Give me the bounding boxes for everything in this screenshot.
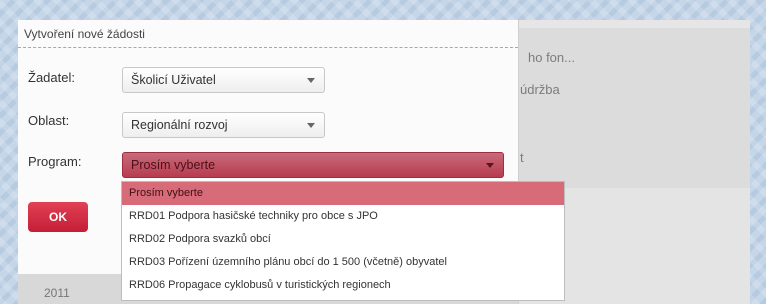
dialog-title: Vytvoření nové žádosti — [18, 20, 518, 48]
zadatel-label: Žadatel: — [28, 70, 75, 85]
program-dropdown-list[interactable]: Prosím vyberte RRD01 Podpora hasičské te… — [121, 181, 565, 301]
zadatel-select-value: Školicí Uživatel — [131, 73, 216, 87]
zadatel-select[interactable]: Školicí Uživatel — [122, 67, 325, 93]
ok-button[interactable]: OK — [28, 202, 88, 232]
program-select[interactable]: Prosím vyberte — [122, 152, 504, 178]
dropdown-option[interactable]: RRD01 Podpora hasičské techniky pro obce… — [122, 205, 564, 228]
program-label: Program: — [28, 154, 82, 169]
oblast-label: Oblast: — [28, 113, 70, 128]
footer-year: 2011 — [44, 286, 70, 300]
program-select-value: Prosím vyberte — [131, 158, 216, 172]
dropdown-option[interactable]: RRD02 Podpora svazků obcí — [122, 228, 564, 251]
chevron-down-icon — [307, 78, 315, 83]
dropdown-option[interactable]: RRD03 Pořízení územního plánu obcí do 1 … — [122, 251, 564, 274]
dropdown-option[interactable]: RRD06 Propagace cyklobusů v turistických… — [122, 274, 564, 297]
oblast-select[interactable]: Regionální rozvoj — [122, 112, 325, 138]
dropdown-option[interactable]: Prosím vyberte — [122, 182, 564, 205]
oblast-select-value: Regionální rozvoj — [131, 118, 228, 132]
background-text-udrzba: údržba — [520, 82, 560, 97]
chevron-down-icon — [486, 163, 494, 168]
chevron-down-icon — [307, 123, 315, 128]
background-text-fon: ho fon... — [528, 50, 575, 65]
background-text-t: t — [520, 150, 524, 165]
